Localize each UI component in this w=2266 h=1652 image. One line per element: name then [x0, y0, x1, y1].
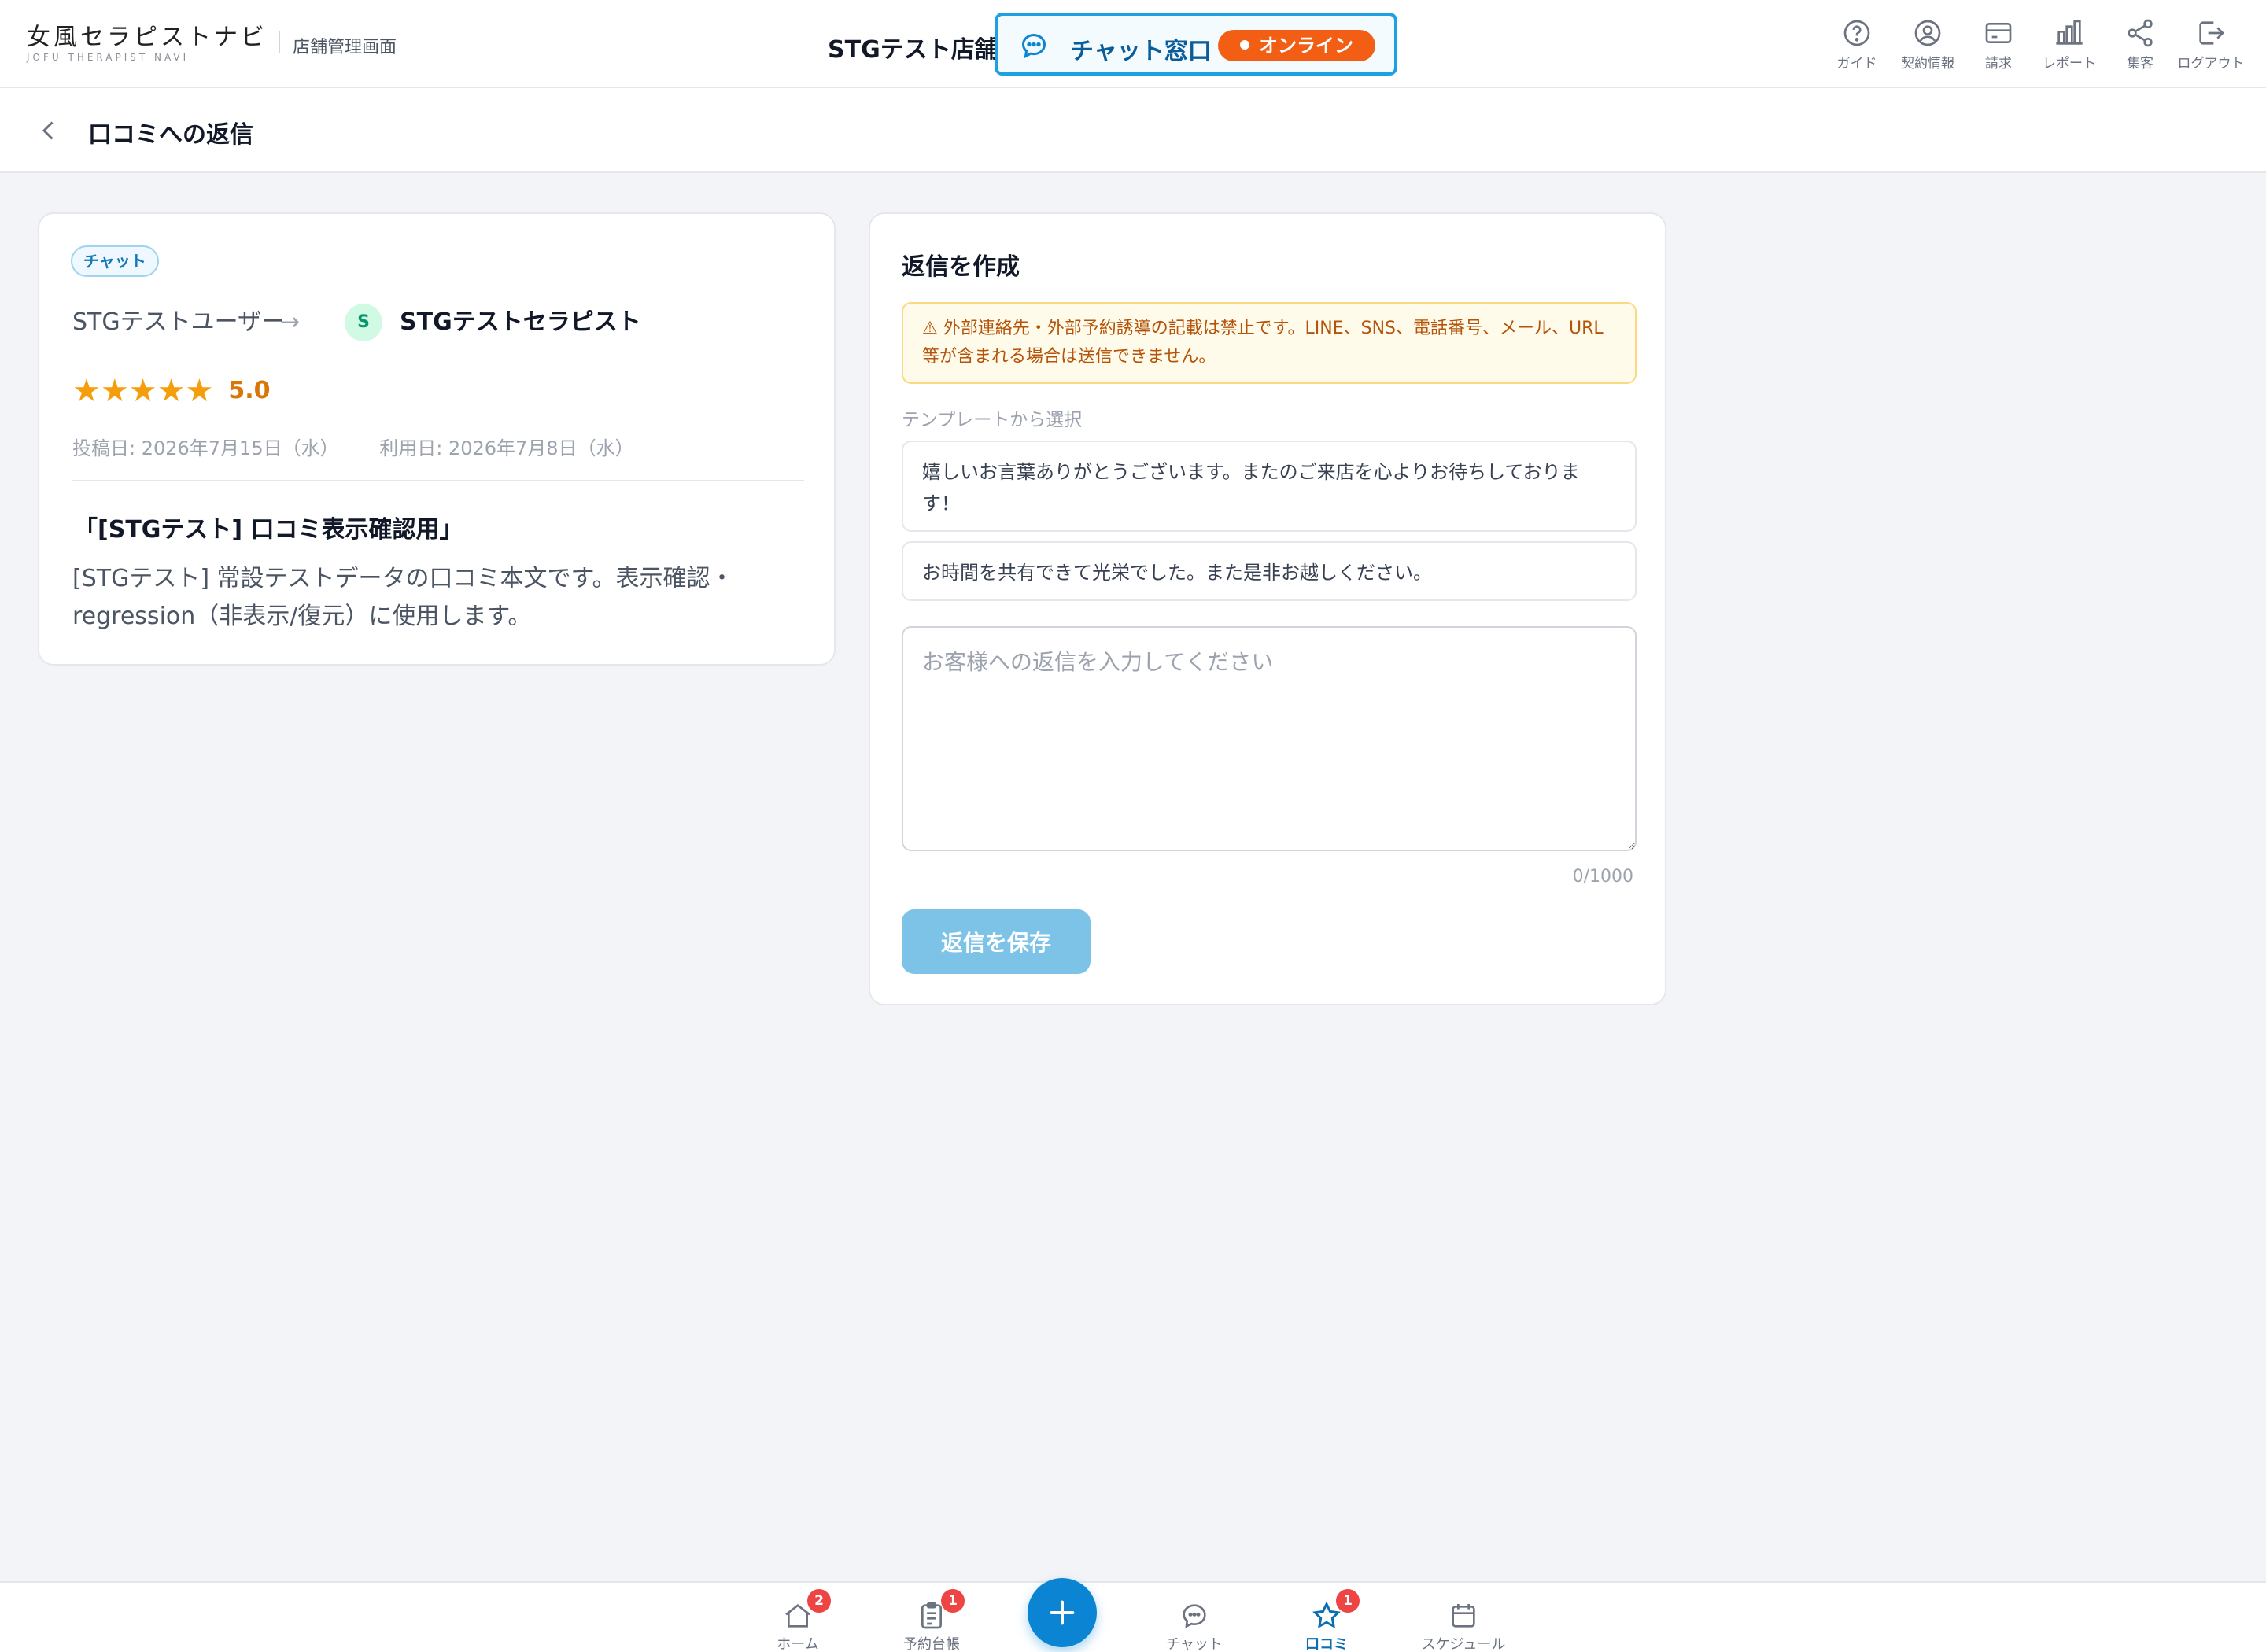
- review-card: チャット STGテストユーザー → S STGテストセラピスト ★★★★★ 5.…: [38, 212, 836, 666]
- marketing-label: 集客: [2127, 56, 2153, 72]
- rating: ★★★★★ 5.0: [72, 371, 271, 411]
- online-dot-icon: [1240, 40, 1249, 50]
- arrow-right-icon: →: [280, 308, 301, 336]
- chat-bubble-icon: [1021, 33, 1046, 59]
- therapist-name: STGテストセラピスト: [400, 308, 641, 336]
- top-bar: 女風セラピストナビ JOFU THERAPIST NAVI 店舗管理画面 STG…: [0, 0, 2266, 88]
- logo[interactable]: 女風セラピストナビ: [27, 17, 268, 52]
- character-counter: 0/1000: [1572, 867, 1633, 887]
- used-date: 利用日: 2026年7月8日（水）: [379, 437, 634, 459]
- credit-card-icon: [1985, 23, 2012, 43]
- nav-label: チャット: [1166, 1636, 1223, 1652]
- review-title: 「[STGテスト] 口コミ表示確認用」: [74, 516, 463, 544]
- divider: [72, 480, 804, 481]
- nav-item-reviews[interactable]: 1 口コミ: [1271, 1589, 1382, 1652]
- nav-item-schedule[interactable]: スケジュール: [1408, 1600, 1519, 1652]
- online-status-badge: オンライン: [1218, 30, 1375, 61]
- reviewer-name: STGテストユーザー: [72, 308, 286, 336]
- calendar-icon: [1452, 1604, 1475, 1628]
- therapist-avatar: S: [345, 304, 382, 341]
- guide-label: ガイド: [1836, 56, 1877, 72]
- review-body: [STGテスト] 常設テストデータの口コミ本文です。表示確認・regressio…: [72, 565, 734, 630]
- save-reply-button[interactable]: 返信を保存: [902, 909, 1091, 974]
- add-button[interactable]: [1028, 1578, 1097, 1647]
- guide-button[interactable]: ガイド: [1818, 17, 1896, 72]
- page-title: 口コミへの返信: [88, 121, 253, 149]
- billing-label: 請求: [1985, 56, 2012, 72]
- logout-label: ログアウト: [2177, 56, 2245, 72]
- compose-title: 返信を作成: [902, 253, 1020, 281]
- nav-item-chat[interactable]: チャット: [1139, 1600, 1249, 1652]
- channel-chip: チャット: [71, 245, 159, 277]
- notification-badge: 2: [807, 1589, 831, 1613]
- nav-item-home[interactable]: 2 ホーム: [743, 1589, 853, 1652]
- rating-value: 5.0: [228, 377, 271, 404]
- template-label: テンプレートから選択: [902, 410, 1083, 430]
- store-name: STGテスト店舗: [828, 36, 998, 64]
- posted-date: 投稿日: 2026年7月15日（水）: [72, 437, 339, 459]
- help-circle-icon: [1843, 20, 1870, 46]
- bottom-nav: 2 ホーム 1 予約台帳 チャット 1 口コミ スケジュール: [0, 1581, 2266, 1652]
- bar-chart-icon: [2056, 20, 2083, 45]
- admin-label: 店舗管理画面: [293, 38, 397, 57]
- logout-button[interactable]: ログアウト: [2172, 17, 2250, 72]
- logo-subtitle: JOFU THERAPIST NAVI: [27, 52, 190, 63]
- share-icon: [2128, 19, 2153, 47]
- nav-label: 口コミ: [1305, 1636, 1348, 1652]
- chat-icon: [1183, 1604, 1206, 1628]
- nav-label: 予約台帳: [903, 1636, 960, 1652]
- user-circle-icon: [1914, 20, 1941, 46]
- report-label: レポート: [2043, 56, 2096, 72]
- compose-reply-card: 返信を作成 ⚠ 外部連絡先・外部予約誘導の記載は禁止です。LINE、SNS、電話…: [869, 212, 1666, 1005]
- warning-notice: ⚠ 外部連絡先・外部予約誘導の記載は禁止です。LINE、SNS、電話番号、メール…: [902, 302, 1637, 384]
- logo-divider: [279, 31, 280, 53]
- chat-window-label: チャット窓口: [1070, 38, 1212, 65]
- chat-window-button[interactable]: チャット窓口 オンライン: [995, 13, 1397, 76]
- reply-textarea[interactable]: [902, 626, 1637, 851]
- template-option[interactable]: お時間を共有できて光栄でした。また是非お越しください。: [902, 541, 1637, 601]
- marketing-button[interactable]: 集客: [2101, 17, 2179, 72]
- notification-badge: 1: [1336, 1589, 1360, 1613]
- review-dates: 投稿日: 2026年7月15日（水） 利用日: 2026年7月8日（水）: [72, 433, 634, 460]
- plus-icon: [1050, 1600, 1075, 1625]
- nav-item-reservations[interactable]: 1 予約台帳: [877, 1589, 987, 1652]
- nav-label: ホーム: [777, 1636, 819, 1652]
- contract-label: 契約情報: [1901, 56, 1954, 72]
- star-rating-icon: ★★★★★: [72, 373, 214, 409]
- template-option[interactable]: 嬉しいお言葉ありがとうございます。またのご来店を心よりお待ちしております！: [902, 441, 1637, 532]
- nav-label: スケジュール: [1421, 1636, 1506, 1652]
- billing-button[interactable]: 請求: [1959, 17, 2038, 72]
- page-header: 口コミへの返信: [0, 88, 2266, 173]
- chevron-left-icon[interactable]: [35, 116, 63, 145]
- logout-icon: [2199, 21, 2224, 45]
- report-button[interactable]: レポート: [2030, 17, 2109, 72]
- contract-button[interactable]: 契約情報: [1888, 17, 1967, 72]
- notification-badge: 1: [941, 1589, 965, 1613]
